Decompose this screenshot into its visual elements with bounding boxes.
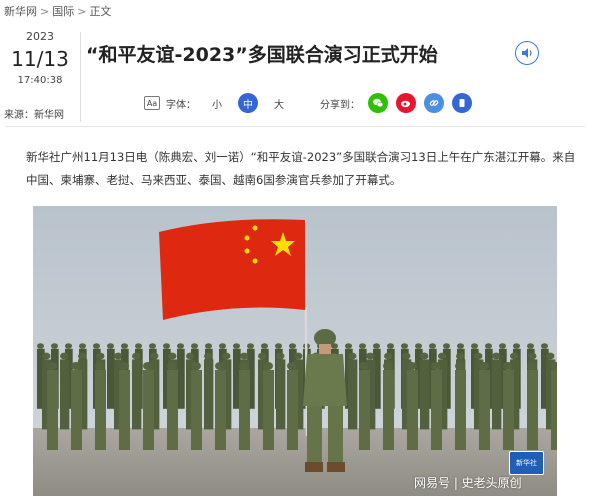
watermark-badge-text: 新华社 — [516, 458, 537, 467]
weibo-icon[interactable] — [396, 93, 416, 113]
article-paragraph: 新华社广州11月13日电（陈典宏、刘一诺）“和平友谊-2023”多国联合演习13… — [26, 150, 576, 187]
font-size-selector: Aa 字体： 小 中 大 — [144, 93, 284, 113]
date-time: 17:40:38 — [17, 75, 63, 86]
wechat-icon[interactable] — [368, 93, 388, 113]
font-size-large[interactable]: 大 — [274, 96, 284, 111]
share-label: 分享到： — [320, 99, 360, 111]
divider — [80, 32, 81, 122]
page-title: “和平友谊-2023”多国联合演习正式开始 — [86, 44, 438, 66]
mobile-icon[interactable] — [452, 93, 472, 113]
share-bar: 分享到： — [320, 93, 472, 113]
xinhua-logo: 新华社 — [509, 451, 544, 475]
breadcrumb-home[interactable]: 新华网 — [4, 5, 37, 18]
link-icon[interactable] — [424, 93, 444, 113]
divider — [6, 126, 585, 127]
font-size-medium[interactable]: 中 — [238, 93, 258, 113]
breadcrumb-separator: > — [40, 5, 50, 18]
breadcrumb-current: 正文 — [89, 5, 112, 18]
font-icon: Aa — [144, 96, 160, 110]
breadcrumb: 新华网 > 国际 > 正文 — [4, 3, 111, 19]
date-year: 2023 — [26, 30, 54, 43]
font-size-small[interactable]: 小 — [212, 96, 222, 111]
speaker-icon[interactable] — [515, 41, 539, 65]
publish-date: 2023 11/13 17:40:38 — [0, 30, 80, 86]
date-month-day: 11/13 — [11, 47, 69, 71]
font-size-label: 字体： — [166, 99, 196, 111]
breadcrumb-separator: > — [77, 5, 87, 18]
article-source: 来源：新华网 — [4, 110, 64, 121]
watermark-text: 网易号 | 史老头原创 — [414, 476, 522, 490]
article-photo — [33, 206, 557, 496]
breadcrumb-section[interactable]: 国际 — [52, 5, 74, 18]
